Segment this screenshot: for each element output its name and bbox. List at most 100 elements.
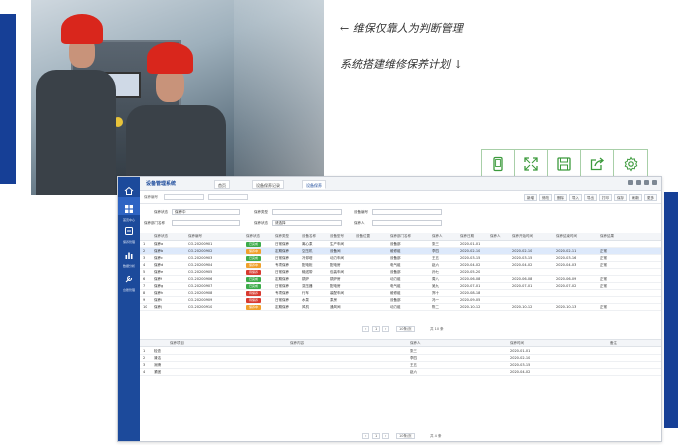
cell-name: 保养h (154, 291, 164, 295)
detail-column-header[interactable]: 保养时间 (510, 341, 524, 346)
import-button[interactable]: 导入 (569, 194, 582, 201)
save-icon[interactable] (548, 150, 581, 178)
sidebar-item-center[interactable]: 首页中心 (118, 197, 140, 222)
tab-home[interactable]: 首页 (214, 180, 230, 189)
dept-input[interactable] (172, 220, 240, 226)
table-row[interactable]: 6 保养f CO-20200906 定期保养 锅炉 锅炉房 动力组 周八 2020-06-08 2… (140, 276, 661, 283)
export-button[interactable]: 导出 (584, 194, 597, 201)
detail-prev-button[interactable]: ‹ (362, 433, 370, 439)
status-badge: 已完成 (246, 256, 261, 261)
filter-input-2[interactable] (208, 194, 248, 200)
more-button[interactable]: 更多 (644, 194, 657, 201)
cell-pos: 动力车间 (330, 256, 344, 260)
table-row[interactable]: 2 保养b CO-20200902 定期保养 空压机 设备间 维修组 李四 2020-02-10… (140, 248, 661, 255)
expand-icon[interactable] (515, 150, 548, 178)
cell-who: 郑十 (432, 291, 439, 295)
detail-page-size[interactable]: 10条/页 (396, 433, 415, 439)
page-size-select[interactable]: 10条/页 (396, 326, 415, 332)
edit-button[interactable]: 修改 (539, 194, 552, 201)
caption-system-plan: 系统搭建维修保养计划 ↓ (340, 58, 463, 71)
column-header[interactable]: 保养日期 (460, 234, 474, 239)
refresh-button[interactable]: 刷新 (629, 194, 642, 201)
table-row[interactable]: 1 保养a CO-20200901 日常保养 离心泵 生产车间 设备部 张三 2020-01-0… (140, 241, 661, 248)
detail-row[interactable]: 1 检查 张三 2020-01-01 (140, 348, 661, 355)
menu-icon[interactable] (652, 180, 657, 185)
cell-pos: 包装车间 (330, 270, 344, 274)
detail-column-header[interactable]: 保养人 (410, 341, 421, 346)
prev-page-button[interactable]: ‹ (362, 326, 370, 332)
action-buttons: 新增 修改 删除 导入 导出 打印 保存 刷新 更多 (524, 194, 657, 201)
cell-who: 吴九 (432, 284, 439, 288)
delete-button[interactable]: 删除 (554, 194, 567, 201)
settings-icon[interactable] (614, 150, 647, 178)
cell-res: 正常 (600, 284, 607, 288)
code-input[interactable] (372, 209, 442, 215)
detail-column-header[interactable]: 保养内容 (290, 341, 304, 346)
sidebar-item-ledger[interactable]: 台账管理 (118, 269, 140, 292)
sidebar-item-maintenance[interactable]: 保养管理 (118, 221, 140, 244)
column-header[interactable]: 保养人 (432, 234, 443, 239)
detail-row[interactable]: 2 清洁 李四 2020-02-10 (140, 355, 661, 362)
tool-icon (125, 275, 133, 283)
detail-table-header: 保养项目 保养内容 保养人 保养时间 备注 (140, 339, 661, 347)
add-button[interactable]: 新增 (524, 194, 537, 201)
tablet-icon[interactable] (482, 150, 515, 178)
cell-pos: 配电房 (330, 263, 341, 267)
person-input[interactable] (372, 220, 442, 226)
sidebar-item-analysis[interactable]: 数据分析 (118, 245, 140, 268)
cell-code: CO-20200908 (188, 291, 213, 295)
table-row[interactable]: 9 保养i CO-20200909 日常保养 水泵 泵房 设备部 冯一 2020-09-05 待保… (140, 297, 661, 304)
table-row[interactable]: 10 保养j CO-20200910 定期保养 风机 通风间 动力组 陈二 2020-10-12… (140, 304, 661, 311)
column-header[interactable]: 保养编号 (188, 234, 202, 239)
detail-row[interactable]: 4 紧固 赵六 2020-04-02 (140, 369, 661, 376)
current-page[interactable]: 1 (372, 326, 381, 332)
status-badge: 待保养 (246, 298, 261, 303)
detail-current-page[interactable]: 1 (372, 433, 381, 439)
status-badge: 保养中 (246, 305, 261, 310)
cell-dept: 设备部 (390, 270, 401, 274)
device-icon (125, 227, 133, 235)
column-header[interactable]: 设备名称 (302, 234, 316, 239)
type-input[interactable] (272, 209, 342, 215)
column-header[interactable]: 保养状态 (154, 234, 168, 239)
column-header[interactable]: 设备位置 (356, 234, 370, 239)
table-row[interactable]: 3 保养c CO-20200903 日常保养 冷却塔 动力车间 设备部 王五 2020-03-1… (140, 255, 661, 262)
cell-end: 2020-10-13 (556, 305, 577, 309)
detail-column-header[interactable]: 备注 (610, 341, 617, 346)
column-header[interactable]: 保养状态 (246, 234, 260, 239)
table-row[interactable]: 8 保养h CO-20200908 专项保养 行车 装配车间 维修组 郑十 2020-08-18… (140, 290, 661, 297)
row-index: 9 (143, 298, 146, 302)
print-button[interactable]: 打印 (599, 194, 612, 201)
detail-column-header[interactable]: 保养项目 (170, 341, 184, 346)
table-row[interactable]: 5 保养e CO-20200905 日常保养 输送带 包装车间 设备部 孙七 2020-05-2… (140, 269, 661, 276)
column-header[interactable]: 保养类型 (275, 234, 289, 239)
table-row[interactable]: 7 保养g CO-20200907 日常保养 变压器 配电房 电气组 吴九 2020-07-01… (140, 283, 661, 290)
tab-maintenance-record[interactable]: 设备保养记录 (252, 180, 284, 189)
user-icon[interactable] (644, 180, 649, 185)
app-window: 首页 首页中心 保养管理 数据分析 台账管理 设备管理系统 首页 设备保养记录 (117, 176, 662, 442)
column-header[interactable]: 保养开始时间 (512, 234, 533, 239)
table-row[interactable]: 4 保养d CO-20200904 专项保养 配电柜 配电房 电气组 赵六 2020-04-02… (140, 262, 661, 269)
row-index: 5 (143, 270, 146, 274)
save-button[interactable]: 保存 (614, 194, 627, 201)
share-icon[interactable] (581, 150, 614, 178)
cell-who: 孙七 (432, 270, 439, 274)
column-header[interactable]: 保养人 (490, 234, 501, 239)
detail-row[interactable]: 3 润滑 王五 2020-03-15 (140, 362, 661, 369)
fullscreen-icon[interactable] (636, 180, 641, 185)
detail-next-button[interactable]: › (382, 433, 390, 439)
row-index: 7 (143, 284, 146, 288)
status-select-2[interactable]: 请选择 (272, 220, 342, 226)
column-header[interactable]: 保养部门名称 (390, 234, 411, 239)
cell-type: 日常保养 (275, 284, 289, 288)
next-page-button[interactable]: › (382, 326, 390, 332)
status-select[interactable]: 保养中 (172, 209, 240, 215)
column-header[interactable]: 设备型号 (330, 234, 344, 239)
cell-who: 王五 (432, 256, 439, 260)
column-header[interactable]: 保养结果 (600, 234, 614, 239)
detail-cell-name: 清洁 (154, 356, 161, 360)
refresh-icon[interactable] (628, 180, 633, 185)
column-header[interactable]: 保养结束时间 (556, 234, 577, 239)
tab-maintenance[interactable]: 设备保养 (302, 180, 326, 189)
filter-input[interactable] (164, 194, 204, 200)
